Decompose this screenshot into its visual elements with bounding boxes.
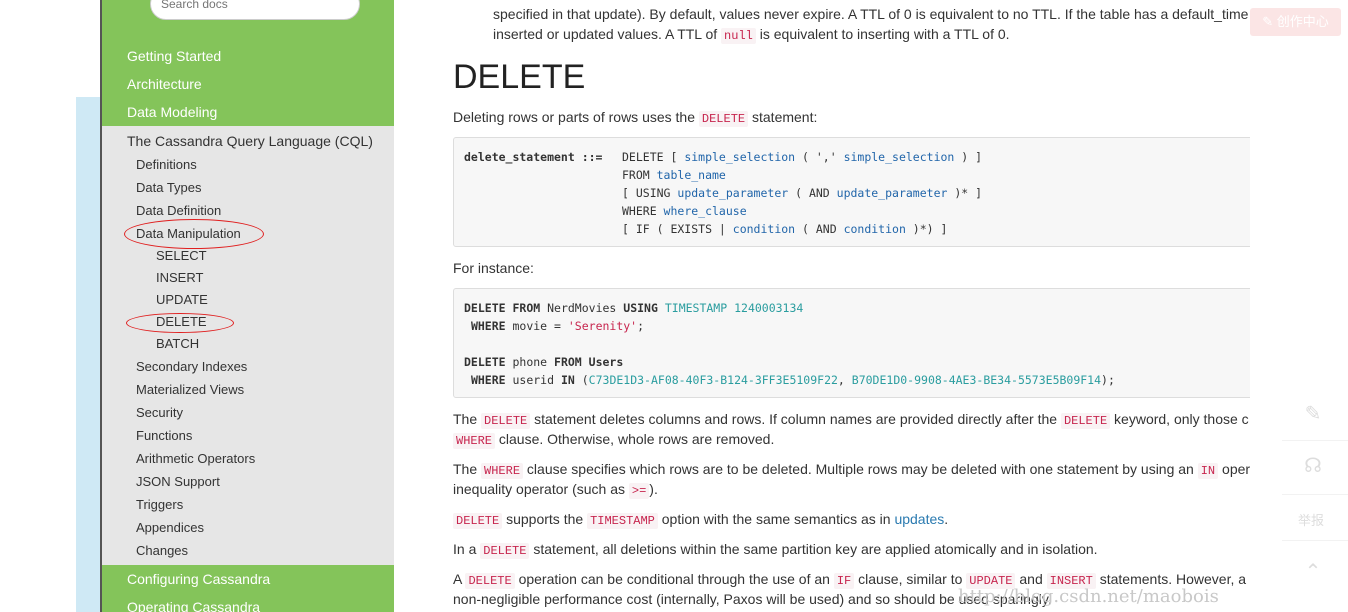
nav-operating-cassandra[interactable]: Operating Cassandra — [102, 593, 394, 612]
para-delete-columns-line2: WHERE clause. Otherwise, whole rows are … — [453, 429, 774, 451]
ttl-text-line1: specified in that update). By default, v… — [493, 6, 1249, 22]
ttl-text-line2: inserted or updated values. A TTL of nul… — [493, 26, 1010, 44]
nav-cql[interactable]: The Cassandra Query Language (CQL) — [127, 133, 373, 149]
para-timestamp: DELETE supports the TIMESTAMP option wit… — [453, 509, 948, 531]
doc-content: specified in that update). By default, v… — [394, 0, 1250, 612]
watermark: http://blog.csdn.net/maobois — [958, 586, 1219, 607]
code-null: null — [721, 28, 756, 44]
create-center-button[interactable]: ✎ 创作中心 — [1250, 8, 1341, 36]
nav-architecture[interactable]: Architecture — [102, 70, 394, 98]
page-title: DELETE — [453, 58, 586, 96]
nav-json-support[interactable]: JSON Support — [136, 474, 220, 489]
para-where-clause: The WHERE clause specifies which rows ar… — [453, 461, 1250, 479]
report-button[interactable]: 举报 — [1298, 510, 1324, 529]
search-input[interactable] — [150, 0, 360, 20]
edit-icon[interactable]: ✎ — [1297, 398, 1329, 430]
intro-text: Deleting rows or parts of rows uses the … — [453, 109, 818, 127]
para-atomic: In a DELETE statement, all deletions wit… — [453, 541, 1098, 559]
nav-update[interactable]: UPDATE — [156, 292, 208, 307]
example-code-block: DELETE FROM NerdMovies USING TIMESTAMP 1… — [453, 288, 1250, 398]
rail-divider — [1282, 540, 1348, 541]
rail-divider — [1282, 440, 1348, 441]
nav-triggers[interactable]: Triggers — [136, 497, 183, 512]
nav-changes[interactable]: Changes — [136, 543, 188, 558]
nav-select[interactable]: SELECT — [156, 248, 207, 263]
nav-secondary-indexes[interactable]: Secondary Indexes — [136, 359, 247, 374]
nav-data-modeling[interactable]: Data Modeling — [102, 98, 394, 126]
code-delete: DELETE — [698, 111, 749, 127]
updates-link[interactable]: updates — [894, 511, 944, 527]
docs-sidebar: Getting Started Architecture Data Modeli… — [102, 0, 394, 612]
nav-materialized-views[interactable]: Materialized Views — [136, 382, 244, 397]
highlight-oval-delete — [126, 313, 234, 333]
headset-icon[interactable]: ☊ — [1297, 450, 1329, 482]
rail-divider — [1282, 494, 1348, 495]
para-where-clause-line2: inequality operator (such as >=). — [453, 481, 658, 499]
nav-data-definition[interactable]: Data Definition — [136, 203, 221, 218]
para-delete-columns: The DELETE statement deletes columns and… — [453, 411, 1249, 429]
search-area — [102, 0, 394, 42]
nav-security[interactable]: Security — [136, 405, 183, 420]
csdn-left-panel — [76, 97, 102, 612]
nav-data-types[interactable]: Data Types — [136, 180, 202, 195]
grammar-code-block: delete_statement ::= DELETE [ simple_sel… — [453, 137, 1250, 247]
back-to-top-icon[interactable]: ⌃ — [1297, 556, 1329, 588]
nav-functions[interactable]: Functions — [136, 428, 192, 443]
nav-batch[interactable]: BATCH — [156, 336, 199, 351]
for-instance-text: For instance: — [453, 260, 534, 276]
nav-definitions[interactable]: Definitions — [136, 157, 197, 172]
nav-configuring-cassandra[interactable]: Configuring Cassandra — [102, 565, 394, 593]
nav-insert[interactable]: INSERT — [156, 270, 203, 285]
nav-getting-started[interactable]: Getting Started — [102, 42, 394, 70]
highlight-oval-data-manipulation — [124, 219, 264, 249]
nav-arithmetic-operators[interactable]: Arithmetic Operators — [136, 451, 255, 466]
nav-appendices[interactable]: Appendices — [136, 520, 204, 535]
